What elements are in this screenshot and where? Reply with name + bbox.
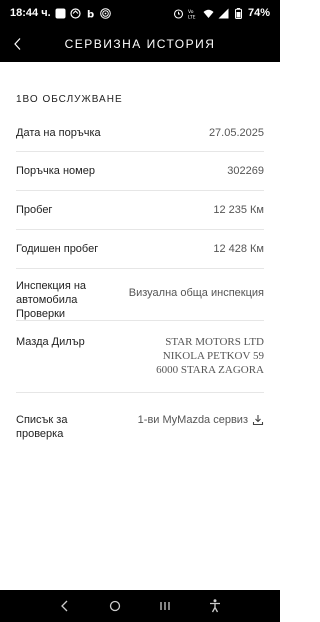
order-date-value: 27.05.2025 <box>208 127 264 139</box>
dealer-street: NIKOLA PETKOV 59 <box>162 350 264 362</box>
dealer-city: 6000 STARA ZAGORA <box>156 364 264 376</box>
wifi-icon <box>203 8 214 19</box>
dealer-label: Мазда Дилър <box>16 336 85 348</box>
checklist-label: Списък за проверка <box>16 414 68 440</box>
nav-home-button[interactable] <box>103 594 127 618</box>
order-number-label: Поръчка номер <box>16 165 95 177</box>
checklist-row: Списък за проверка 1-ви MyMazda сервиз <box>16 393 264 449</box>
battery-icon <box>233 7 244 19</box>
checklist-download-link[interactable]: 1-ви MyMazda сервиз <box>138 413 264 427</box>
status-bar: 18:44 ч. b Vo LTE 74% <box>0 0 280 26</box>
inspection-label: Инспекция на автомобила Проверки <box>16 280 87 320</box>
order-number-row: Поръчка номер 302269 <box>16 152 264 191</box>
download-icon <box>252 414 264 426</box>
order-date-row: Дата на поръчка 27.05.2025 <box>16 114 264 152</box>
accessibility-icon <box>210 599 220 613</box>
nav-recents-button[interactable] <box>153 594 177 618</box>
alarm-icon <box>173 8 184 19</box>
dealer-name: STAR MOTORS LTD <box>165 336 264 348</box>
svg-text:b: b <box>87 9 94 19</box>
inspection-row: Инспекция на автомобила Проверки Визуалн… <box>16 269 264 321</box>
order-number-value: 302269 <box>227 165 264 177</box>
svg-text:Vo: Vo <box>188 9 194 15</box>
nav-home-icon <box>109 600 121 612</box>
svg-text:LTE: LTE <box>188 14 196 19</box>
section-title: 1ВО ОБСЛУЖВАНЕ <box>16 94 123 105</box>
nav-back-button[interactable] <box>53 594 77 618</box>
chevron-left-icon <box>14 38 21 50</box>
inspection-value: Визуална обща инспекция <box>128 287 264 299</box>
status-left: 18:44 ч. b <box>10 7 111 19</box>
back-button[interactable] <box>8 34 28 54</box>
status-time: 18:44 ч. <box>10 7 51 19</box>
volte-icon: Vo LTE <box>188 8 199 19</box>
page-title: СЕРВИЗНА ИСТОРИЯ <box>64 37 216 51</box>
order-date-label: Дата на поръчка <box>16 127 101 139</box>
system-nav-bar <box>0 590 280 622</box>
mileage-value: 12 235 Км <box>213 204 264 216</box>
mileage-row: Пробег 12 235 Км <box>16 191 264 230</box>
b-app-icon: b <box>85 8 96 19</box>
app-header: СЕРВИЗНА ИСТОРИЯ <box>0 26 280 62</box>
dealer-address: STAR MOTORS LTD NIKOLA PETKOV 59 6000 ST… <box>156 335 264 377</box>
sync-icon <box>70 7 81 19</box>
checklist-value: 1-ви MyMazda сервиз <box>137 414 248 426</box>
nav-recents-icon <box>160 602 170 610</box>
mileage-label: Пробег <box>16 204 53 216</box>
notification-app-icon <box>55 8 66 19</box>
dealer-row: Мазда Дилър STAR MOTORS LTD NIKOLA PETKO… <box>16 321 264 393</box>
battery-percent: 74% <box>247 7 270 19</box>
service-details: 1ВО ОБСЛУЖВАНЕ Дата на поръчка 27.05.202… <box>0 62 280 590</box>
accessibility-button[interactable] <box>203 594 227 618</box>
annual-mileage-row: Годишен пробег 12 428 Км <box>16 230 264 269</box>
fingerprint-app-icon <box>99 7 111 19</box>
annual-mileage-value: 12 428 Км <box>213 243 264 255</box>
annual-mileage-label: Годишен пробег <box>16 243 99 255</box>
signal-icon <box>218 8 229 19</box>
status-right: Vo LTE 74% <box>173 7 270 19</box>
nav-back-icon <box>61 600 68 612</box>
